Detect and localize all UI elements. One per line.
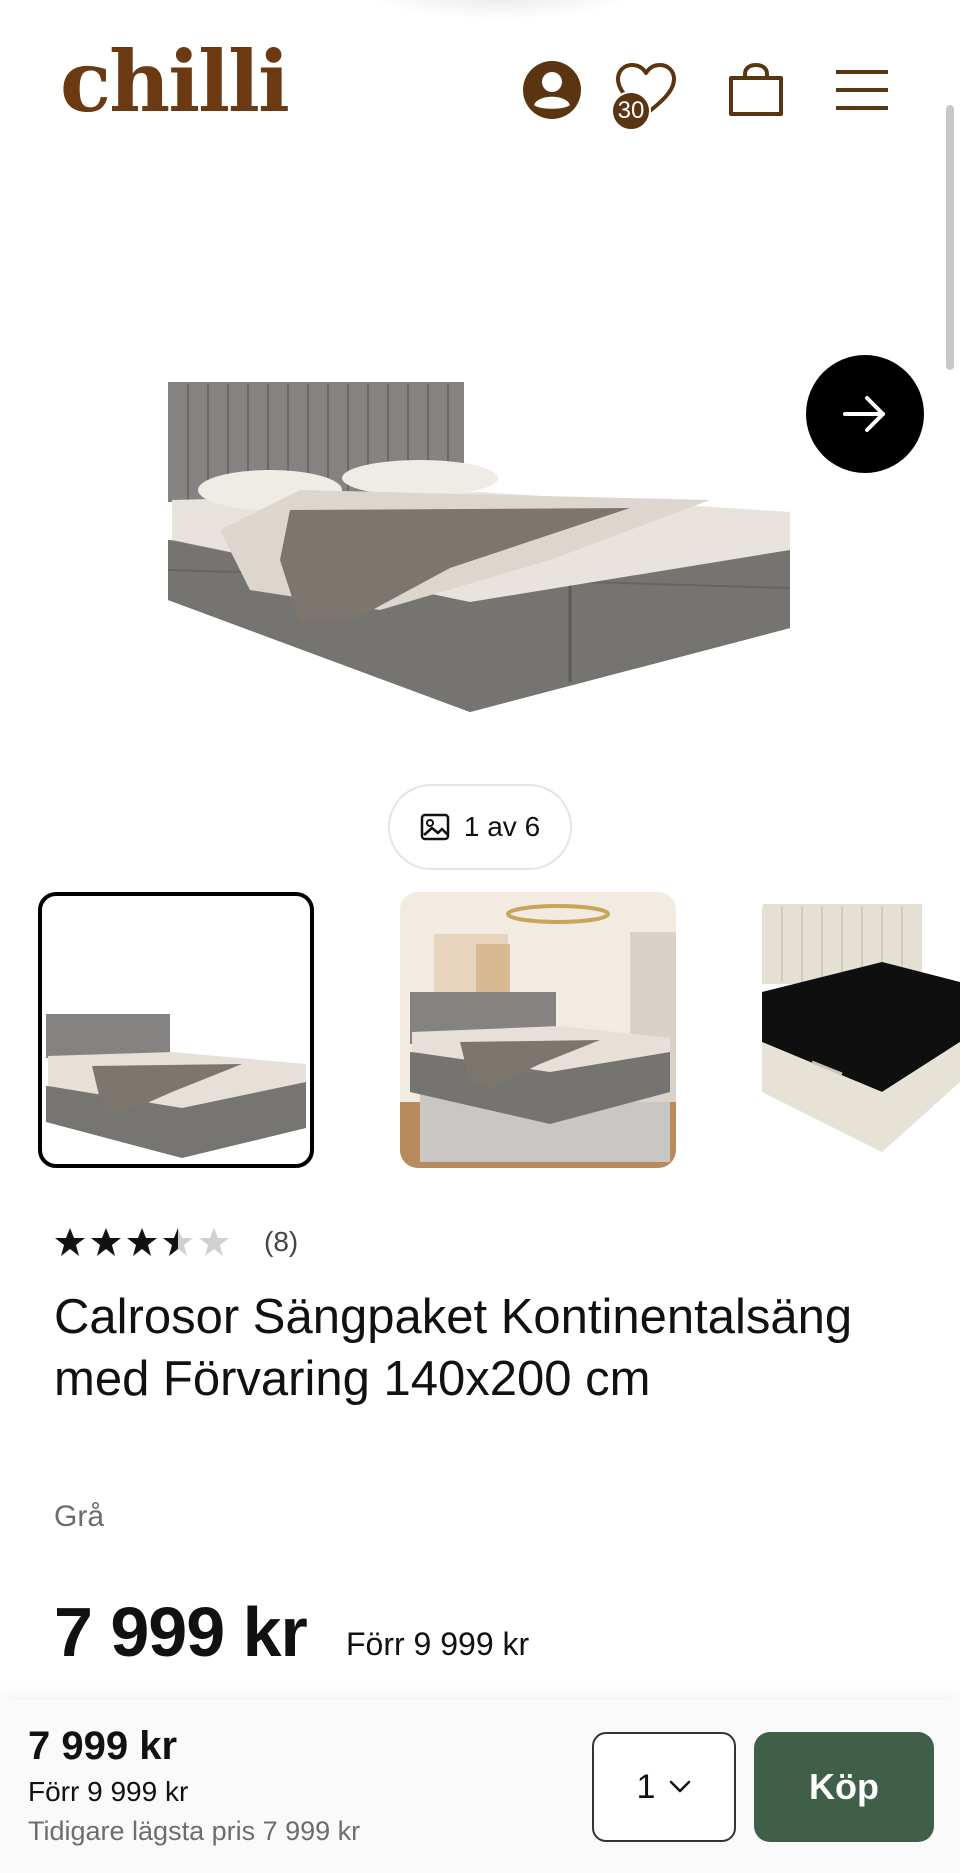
wishlist-count-badge: 30 <box>611 91 651 131</box>
product-old-price: Förr 9 999 kr <box>346 1626 530 1662</box>
sticky-old-price: Förr 9 999 kr <box>28 1776 189 1807</box>
thumbnail-2[interactable] <box>400 892 676 1168</box>
menu-button[interactable] <box>830 58 894 122</box>
arrow-right-icon <box>843 396 885 432</box>
user-circle-icon <box>523 61 581 119</box>
sticky-lowest-price: Tidigare lägsta pris 7 999 kr <box>28 1816 361 1846</box>
site-header: chilli 30 <box>0 0 960 170</box>
main-product-image[interactable] <box>150 360 800 730</box>
shopping-bag-icon <box>729 62 783 116</box>
product-rating[interactable]: (8) <box>54 1226 298 1258</box>
star-filled-icon <box>91 1228 121 1256</box>
chevron-down-icon <box>670 1780 691 1793</box>
next-image-button[interactable] <box>806 355 924 473</box>
image-counter[interactable]: 1 av 6 <box>388 784 572 870</box>
image-icon <box>420 813 450 841</box>
cart-button[interactable] <box>724 58 788 122</box>
hamburger-menu-icon <box>836 70 888 110</box>
sticky-price: 7 999 kr <box>28 1724 178 1768</box>
scrollbar[interactable] <box>946 105 954 370</box>
quantity-value: 1 <box>636 1767 656 1806</box>
review-count[interactable]: (8) <box>264 1226 298 1258</box>
product-title: Calrosor Sängpaket Kontinentalsäng med F… <box>54 1290 853 1406</box>
sticky-purchase-bar: 7 999 kr Förr 9 999 kr Tidigare lägsta p… <box>0 1700 960 1873</box>
star-filled-icon <box>127 1228 157 1256</box>
account-button[interactable] <box>520 58 584 122</box>
quantity-select[interactable]: 1 <box>592 1732 736 1842</box>
buy-button[interactable]: Köp <box>754 1732 934 1842</box>
star-empty-icon <box>199 1228 229 1256</box>
star-filled-icon <box>55 1228 85 1256</box>
star-half-icon <box>163 1228 193 1256</box>
thumbnail-3[interactable] <box>762 892 960 1168</box>
product-price: 7 999 kr <box>54 1593 308 1671</box>
site-logo[interactable]: chilli <box>60 40 290 124</box>
star-rating <box>54 1226 230 1258</box>
image-counter-label: 1 av 6 <box>463 811 541 842</box>
thumbnail-1[interactable] <box>38 892 314 1168</box>
product-variant: Grå <box>54 1500 105 1533</box>
